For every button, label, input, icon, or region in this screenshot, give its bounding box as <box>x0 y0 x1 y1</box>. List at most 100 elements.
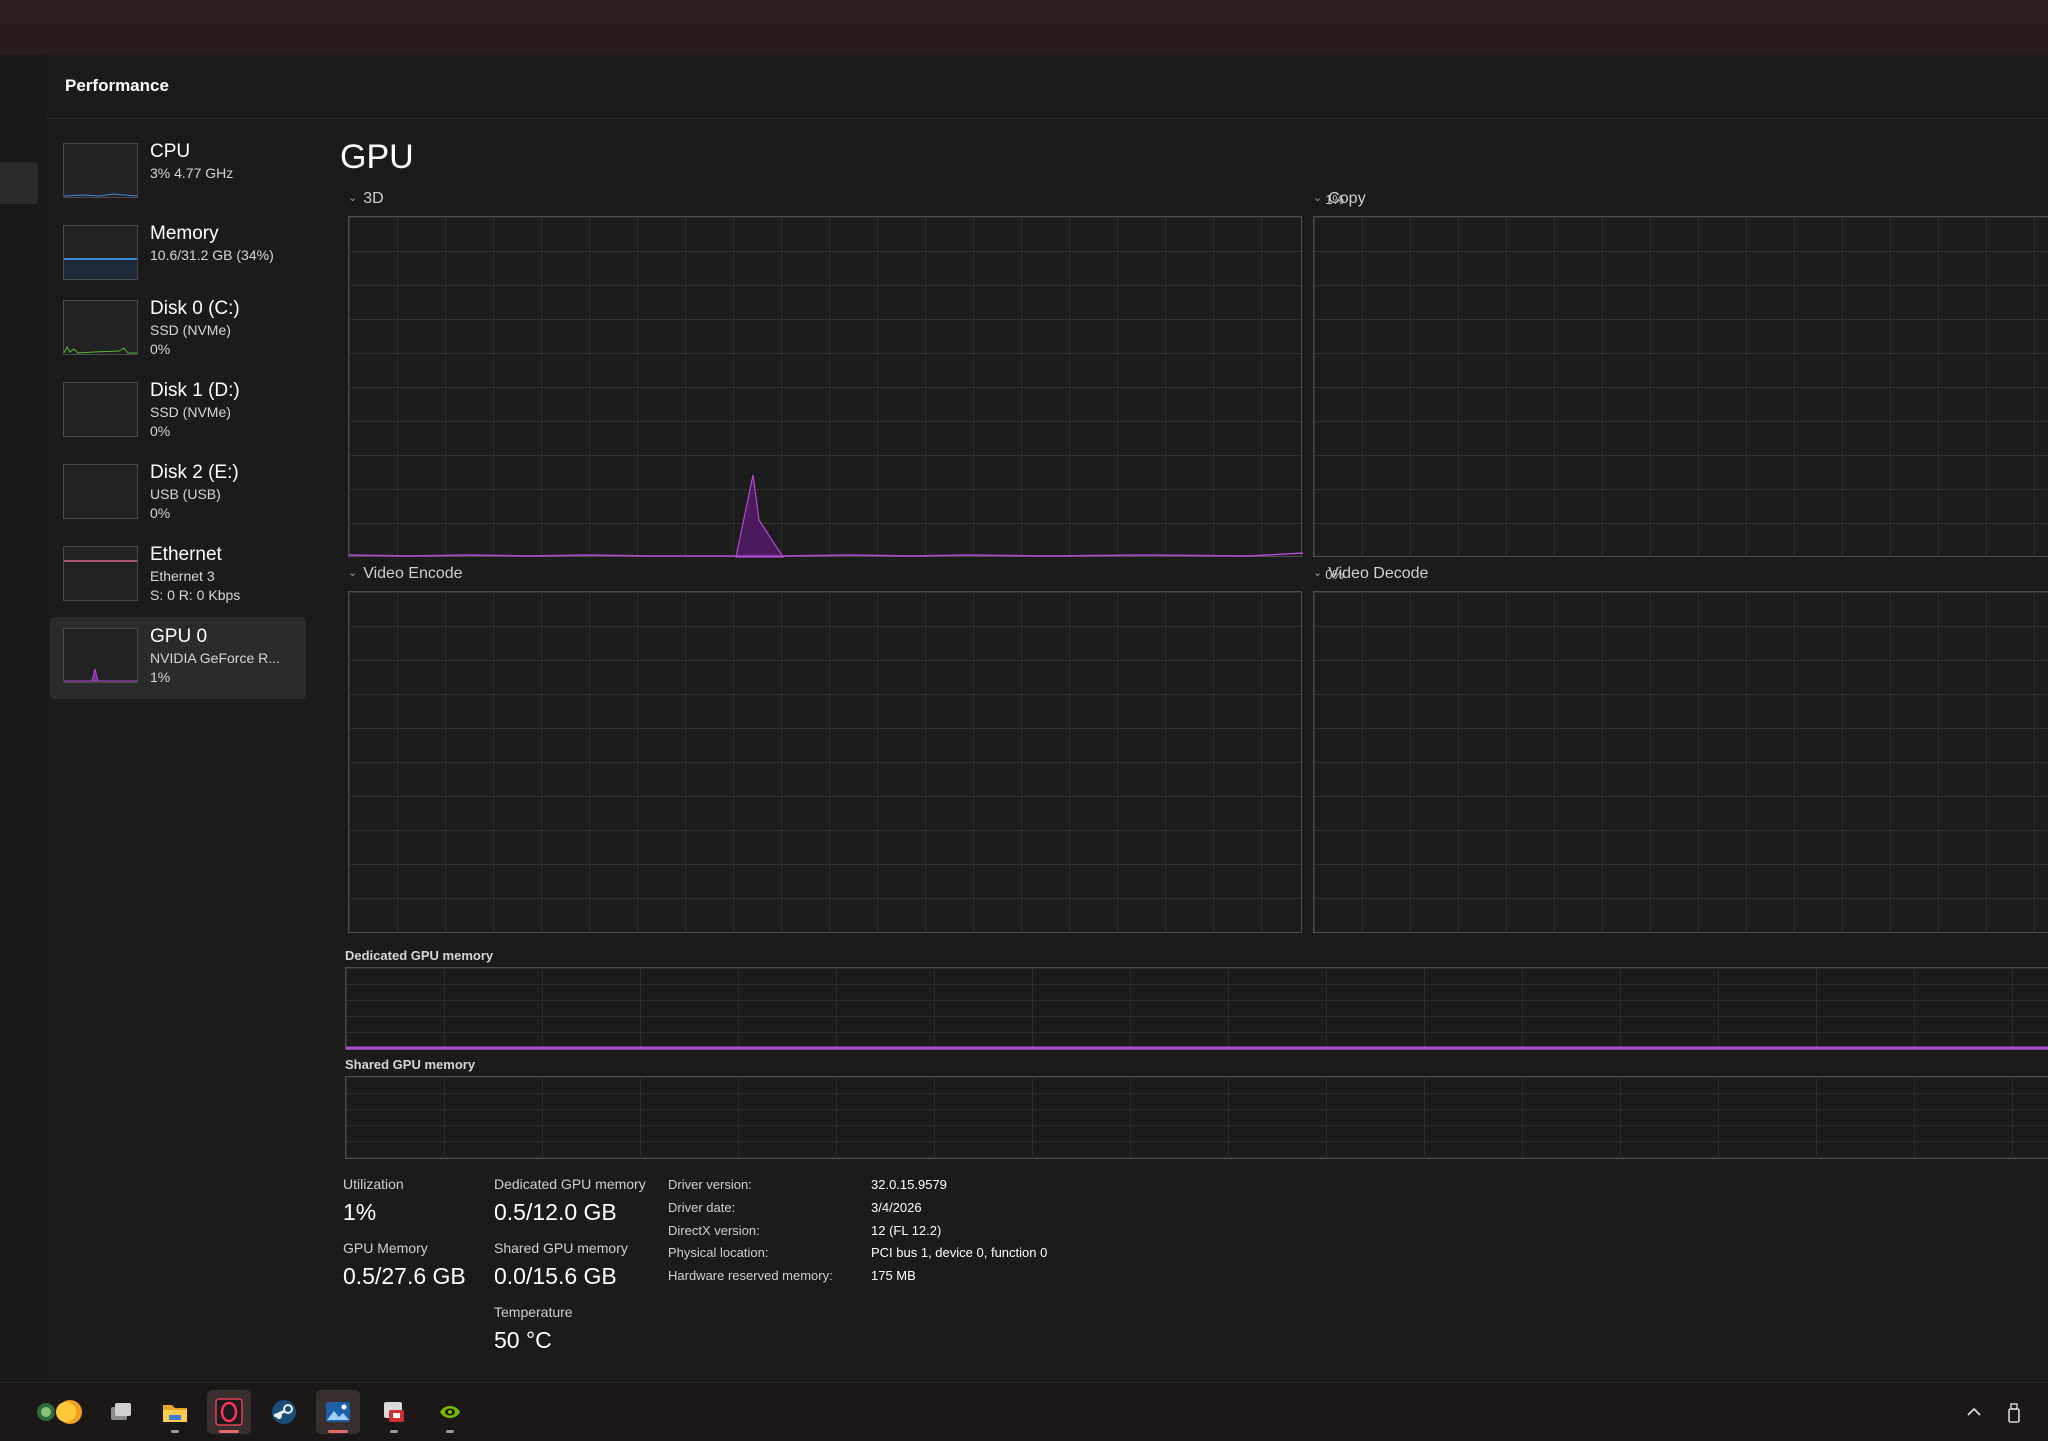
photos-icon <box>326 1402 350 1422</box>
nav-item-value: 0% <box>150 423 171 439</box>
driver-version-value: 32.0.15.9579 <box>871 1177 947 1192</box>
dedicated-memory-graph <box>345 967 2048 1050</box>
utilization-value: 1% <box>343 1199 377 1225</box>
nav-item-detail: Ethernet 3 <box>150 568 215 584</box>
engine-selector-video-encode[interactable]: ⌄ Video Encode <box>348 565 463 583</box>
nav-item-title: GPU 0 <box>150 626 208 647</box>
nav-item-disk-1[interactable]: Disk 1 (D:) SSD (NVMe) 0% <box>50 371 306 453</box>
task-view-icon <box>111 1403 131 1420</box>
engine-label: Video Decode <box>1328 565 1429 582</box>
nav-item-detail: USB (USB) <box>150 486 221 502</box>
disk-1-thumbnail <box>63 382 138 437</box>
task-view-button[interactable] <box>99 1390 143 1434</box>
graph-video-decode <box>1313 591 2048 933</box>
physical-location-value: PCI bus 1, device 0, function 0 <box>871 1245 1048 1260</box>
nav-item-detail: 3% 4.77 GHz <box>150 165 234 181</box>
nav-item-ethernet[interactable]: Ethernet Ethernet 3 S: 0 R: 0 Kbps <box>50 535 306 617</box>
nav-item-detail: SSD (NVMe) <box>150 322 231 338</box>
engine-label: Video Encode <box>363 565 463 582</box>
nav-item-memory[interactable]: Memory 10.6/31.2 GB (34%) <box>50 214 306 289</box>
running-indicator <box>446 1430 454 1433</box>
nav-item-title: Memory <box>150 223 219 244</box>
usb-drive-tray-button[interactable] <box>2005 1403 2023 1428</box>
nav-item-disk-0[interactable]: Disk 0 (C:) SSD (NVMe) 0% <box>50 289 306 371</box>
running-indicator <box>390 1430 398 1433</box>
running-indicator <box>171 1430 179 1433</box>
gpu-0-thumbnail <box>63 628 138 683</box>
running-indicator <box>328 1430 348 1433</box>
chevron-down-icon: ⌄ <box>1313 567 1323 579</box>
nav-item-title: Disk 1 (D:) <box>150 380 240 401</box>
gpu-memory-label: GPU Memory <box>343 1240 428 1256</box>
nav-item-title: Disk 2 (E:) <box>150 462 239 483</box>
shared-memory-graph <box>345 1076 2048 1159</box>
disk-2-thumbnail <box>63 464 138 519</box>
engine-label: Copy <box>1328 190 1366 207</box>
nav-item-title: CPU <box>150 141 191 162</box>
temperature-label: Temperature <box>494 1304 573 1320</box>
task-manager-window: Performance CPU 3% 4.77 GHz Memory 10.6/… <box>46 55 2048 1382</box>
chevron-down-icon: ⌄ <box>348 192 358 204</box>
steam-icon <box>272 1400 296 1424</box>
nav-item-value: 0% <box>150 341 171 357</box>
opera-gx-icon <box>215 1398 243 1426</box>
nav-rail-selected-item[interactable] <box>0 162 38 204</box>
nav-item-detail: 10.6/31.2 GB (34%) <box>150 247 274 263</box>
physical-location-label: Physical location: <box>668 1245 769 1260</box>
nav-item-value: 0% <box>150 505 171 521</box>
page-title: Performance <box>65 76 169 95</box>
nvidia-button[interactable] <box>428 1390 472 1434</box>
show-hidden-icons-button[interactable] <box>1965 1403 1983 1426</box>
nav-item-disk-2[interactable]: Disk 2 (E:) USB (USB) 0% <box>50 453 306 535</box>
driver-date-label: Driver date: <box>668 1200 736 1215</box>
directx-version-label: DirectX version: <box>668 1223 760 1238</box>
temperature-value: 50 °C <box>494 1327 552 1353</box>
engine-selector-copy[interactable]: ⌄ Copy <box>1313 190 1366 208</box>
shared-memory-value: 0.0/15.6 GB <box>494 1263 617 1289</box>
shared-memory-label: Shared GPU memory <box>494 1240 628 1256</box>
driver-version-label: Driver version: <box>668 1177 752 1192</box>
navigation-rail <box>0 55 46 1382</box>
chevron-down-icon: ⌄ <box>348 567 358 579</box>
disk-0-thumbnail <box>63 300 138 355</box>
nav-item-gpu-0[interactable]: GPU 0 NVIDIA GeForce R... 1% <box>50 617 306 699</box>
memory-thumbnail <box>63 225 138 280</box>
widgets-button[interactable] <box>10 1390 92 1434</box>
engine-selector-3d[interactable]: ⌄ 3D <box>348 190 384 208</box>
nav-item-value: S: 0 R: 0 Kbps <box>150 587 241 603</box>
store-button[interactable] <box>372 1390 416 1434</box>
file-explorer-icon <box>163 1405 187 1422</box>
directx-version-value: 12 (FL 12.2) <box>871 1223 942 1238</box>
dedicated-memory-graph-label: Dedicated GPU memory <box>345 948 494 963</box>
hardware-reserved-memory-value: 175 MB <box>871 1268 916 1283</box>
chevron-up-icon <box>1967 1407 1981 1416</box>
page-header: Performance <box>46 55 2048 119</box>
engine-label: 3D <box>363 190 384 207</box>
resource-list: CPU 3% 4.77 GHz Memory 10.6/31.2 GB (34%… <box>50 132 306 699</box>
shared-memory-graph-label: Shared GPU memory <box>345 1057 476 1072</box>
steam-button[interactable] <box>262 1390 306 1434</box>
nav-item-detail: NVIDIA GeForce R... <box>150 650 280 666</box>
dedicated-memory-value: 0.5/12.0 GB <box>494 1199 617 1225</box>
graph-copy <box>1313 216 2048 557</box>
widgets-icon <box>37 1400 82 1424</box>
running-indicator <box>219 1430 239 1433</box>
store-icon <box>384 1402 404 1422</box>
usb-drive-icon <box>2008 1403 2020 1423</box>
photos-button[interactable] <box>316 1390 360 1434</box>
nav-item-title: Ethernet <box>150 544 222 565</box>
dedicated-memory-label: Dedicated GPU memory <box>494 1176 646 1192</box>
gpu-heading: GPU <box>340 138 414 176</box>
nav-item-title: Disk 0 (C:) <box>150 298 240 319</box>
nav-item-cpu[interactable]: CPU 3% 4.77 GHz <box>50 132 306 214</box>
graph-3d <box>348 216 1303 558</box>
engine-selector-video-decode[interactable]: ⌄ Video Decode <box>1313 565 1428 583</box>
hardware-reserved-memory-label: Hardware reserved memory: <box>668 1268 833 1283</box>
cpu-thumbnail <box>63 143 138 198</box>
opera-gx-button[interactable] <box>207 1390 251 1434</box>
file-explorer-button[interactable] <box>153 1390 197 1434</box>
nvidia-icon <box>440 1406 460 1418</box>
graph-video-encode <box>348 591 1302 933</box>
nav-item-value: 1% <box>150 669 171 685</box>
driver-date-value: 3/4/2026 <box>871 1200 922 1215</box>
